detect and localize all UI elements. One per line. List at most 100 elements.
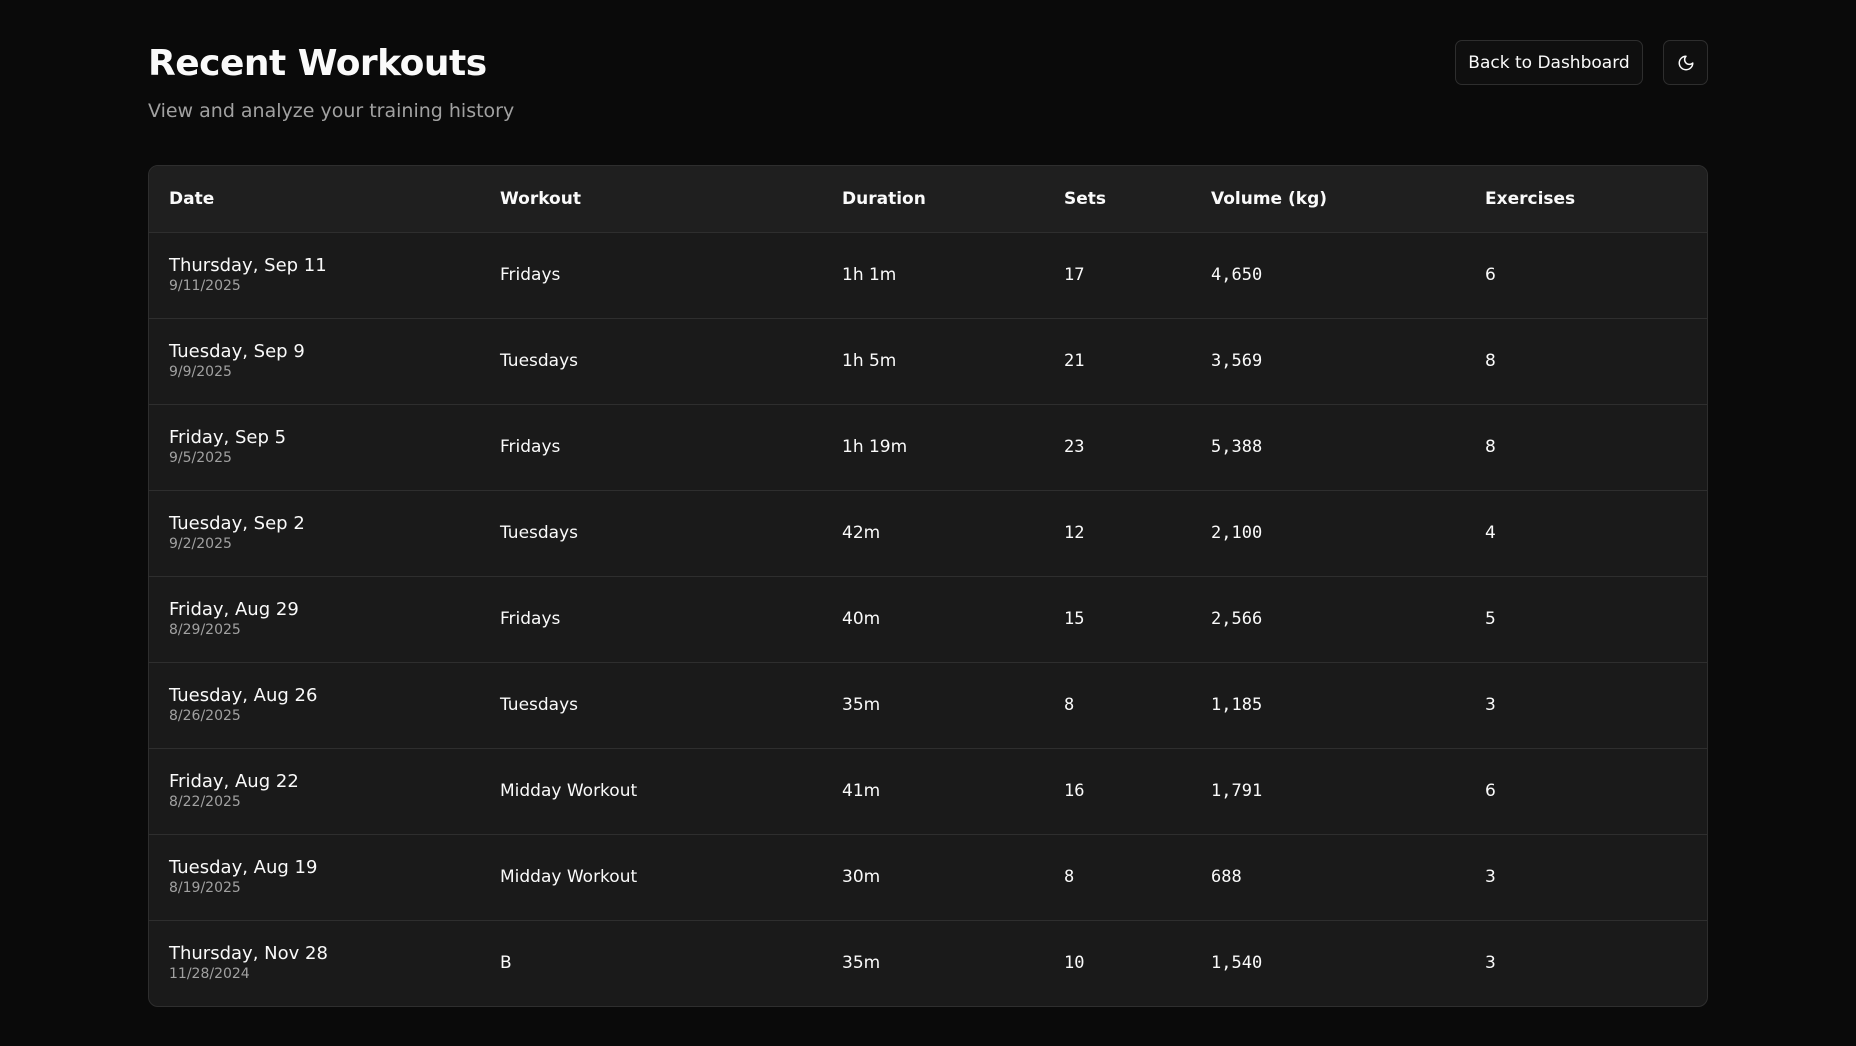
column-header-workout[interactable]: Workout [500,166,842,233]
date-label: Thursday, Nov 28 [169,943,328,965]
cell-exercises: 5 [1485,609,1496,629]
workouts-table: Date Workout Duration Sets Volume (kg) E… [149,166,1707,1006]
cell-workout: Midday Workout [500,867,638,887]
cell-workout: Fridays [500,609,561,629]
cell-sets: 23 [1064,437,1085,457]
cell-date: Friday, Aug 29 8/29/2025 [149,576,500,662]
cell-date: Tuesday, Sep 9 9/9/2025 [149,318,500,404]
date-label: Tuesday, Aug 19 [169,857,318,878]
cell-date: Thursday, Nov 28 11/28/2024 [149,920,500,1006]
date-short-label: 8/22/2025 [169,794,241,810]
workouts-table-card: Date Workout Duration Sets Volume (kg) E… [148,165,1708,1007]
moon-icon [1677,54,1695,72]
cell-sets: 10 [1064,953,1085,974]
date-short-label: 9/2/2025 [169,536,232,552]
cell-date: Tuesday, Aug 19 8/19/2025 [149,834,500,920]
column-header-volume[interactable]: Volume (kg) [1211,166,1485,233]
cell-sets: 8 [1064,867,1075,887]
cell-duration: 1h 19m [842,437,908,457]
cell-exercises: 4 [1485,523,1496,543]
table-row[interactable]: Thursday, Sep 11 9/11/2025 Fridays 1h 1m 17 4… [149,232,1707,318]
cell-volume: 1,791 [1211,781,1263,801]
date-short-label: 11/28/2024 [169,966,250,983]
cell-workout: Tuesdays [500,351,579,371]
cell-sets: 21 [1064,351,1085,371]
date-short-label: 8/26/2025 [169,708,241,724]
cell-sets: 8 [1064,695,1075,715]
cell-duration: 1h 5m [842,351,897,371]
date-label: Tuesday, Sep 2 [169,513,305,534]
cell-date: Friday, Aug 22 8/22/2025 [149,748,500,834]
cell-volume: 3,569 [1211,351,1263,371]
cell-volume: 2,100 [1211,523,1263,543]
table-row[interactable]: Tuesday, Aug 26 8/26/2025 Tuesdays 35m 8 1,18… [149,662,1707,748]
cell-sets: 16 [1064,781,1085,801]
cell-date: Tuesday, Aug 26 8/26/2025 [149,662,500,748]
date-label: Friday, Aug 29 [169,599,299,620]
table-row[interactable]: Friday, Aug 22 8/22/2025 Midday Workout 41m… [149,748,1707,834]
date-short-label: 9/11/2025 [169,278,241,294]
table-row[interactable]: Friday, Sep 5 9/5/2025 Fridays 1h 19m 23 5,38… [149,404,1707,490]
table-body: Thursday, Sep 11 9/11/2025 Fridays 1h 1m 17 4… [149,232,1707,1006]
cell-duration: 42m [842,523,881,543]
date-label: Friday, Aug 22 [169,771,299,792]
theme-toggle-button[interactable] [1663,40,1708,85]
cell-date: Thursday, Sep 11 9/11/2025 [149,232,500,318]
cell-workout: Midday Workout [500,781,638,801]
cell-duration: 35m [842,695,881,715]
cell-exercises: 8 [1485,437,1496,457]
table-row[interactable]: Friday, Aug 29 8/29/2025 Fridays 40m 15 2,566… [149,576,1707,662]
cell-workout: Tuesdays [500,695,579,715]
cell-workout: Fridays [500,437,561,457]
date-label: Tuesday, Sep 9 [169,341,305,362]
column-header-date[interactable]: Date [149,166,500,233]
cell-duration: 35m [842,953,881,974]
table-row[interactable]: Thursday, Nov 28 11/28/2024 B 35m 10 1,540 3 [149,920,1707,1006]
date-short-label: 9/5/2025 [169,450,232,466]
cell-volume: 4,650 [1211,265,1263,285]
cell-volume: 2,566 [1211,609,1263,629]
page-title: Recent Workouts [148,43,487,84]
date-label: Tuesday, Aug 26 [169,685,318,706]
cell-duration: 41m [842,781,881,801]
cell-date: Friday, Sep 5 9/5/2025 [149,404,500,490]
date-short-label: 8/19/2025 [169,880,241,896]
cell-duration: 40m [842,609,881,629]
table-row[interactable]: Tuesday, Sep 9 9/9/2025 Tuesdays 1h 5m 21 3,5… [149,318,1707,404]
cell-duration: 1h 1m [842,265,897,285]
column-header-duration[interactable]: Duration [842,166,1064,233]
back-to-dashboard-button[interactable]: Back to Dashboard [1455,40,1643,85]
workouts-page: Recent Workouts View and analyze your tr… [0,0,1856,1046]
cell-duration: 30m [842,867,881,887]
header-actions: Back to Dashboard [1455,40,1708,85]
date-short-label: 9/9/2025 [169,364,232,380]
cell-sets: 12 [1064,523,1085,543]
column-header-sets[interactable]: Sets [1064,166,1211,233]
cell-volume: 1,185 [1211,695,1263,715]
table-row[interactable]: Tuesday, Sep 2 9/2/2025 Tuesdays 42m 12 2,100… [149,490,1707,576]
page-subtitle: View and analyze your training history [148,100,515,122]
table-header-row: Date Workout Duration Sets Volume (kg) E… [149,166,1707,233]
cell-exercises: 8 [1485,351,1496,371]
table-header: Date Workout Duration Sets Volume (kg) E… [149,166,1707,233]
cell-exercises: 3 [1485,953,1496,974]
cell-workout: B [500,953,512,974]
cell-sets: 15 [1064,609,1085,629]
page-header: Recent Workouts View and analyze your tr… [148,40,1708,140]
column-header-exercises[interactable]: Exercises [1485,166,1707,233]
cell-volume: 688 [1211,867,1242,887]
cell-exercises: 6 [1485,781,1496,801]
cell-exercises: 6 [1485,265,1496,285]
table-row[interactable]: Tuesday, Aug 19 8/19/2025 Midday Workout 30… [149,834,1707,920]
cell-exercises: 3 [1485,867,1496,887]
cell-workout: Fridays [500,265,561,285]
cell-volume: 1,540 [1211,953,1263,974]
cell-volume: 5,388 [1211,437,1263,457]
cell-exercises: 3 [1485,695,1496,715]
date-label: Thursday, Sep 11 [169,255,327,276]
cell-workout: Tuesdays [500,523,579,543]
cell-sets: 17 [1064,265,1085,285]
date-short-label: 8/29/2025 [169,622,241,638]
cell-date: Tuesday, Sep 2 9/2/2025 [149,490,500,576]
date-label: Friday, Sep 5 [169,427,287,448]
